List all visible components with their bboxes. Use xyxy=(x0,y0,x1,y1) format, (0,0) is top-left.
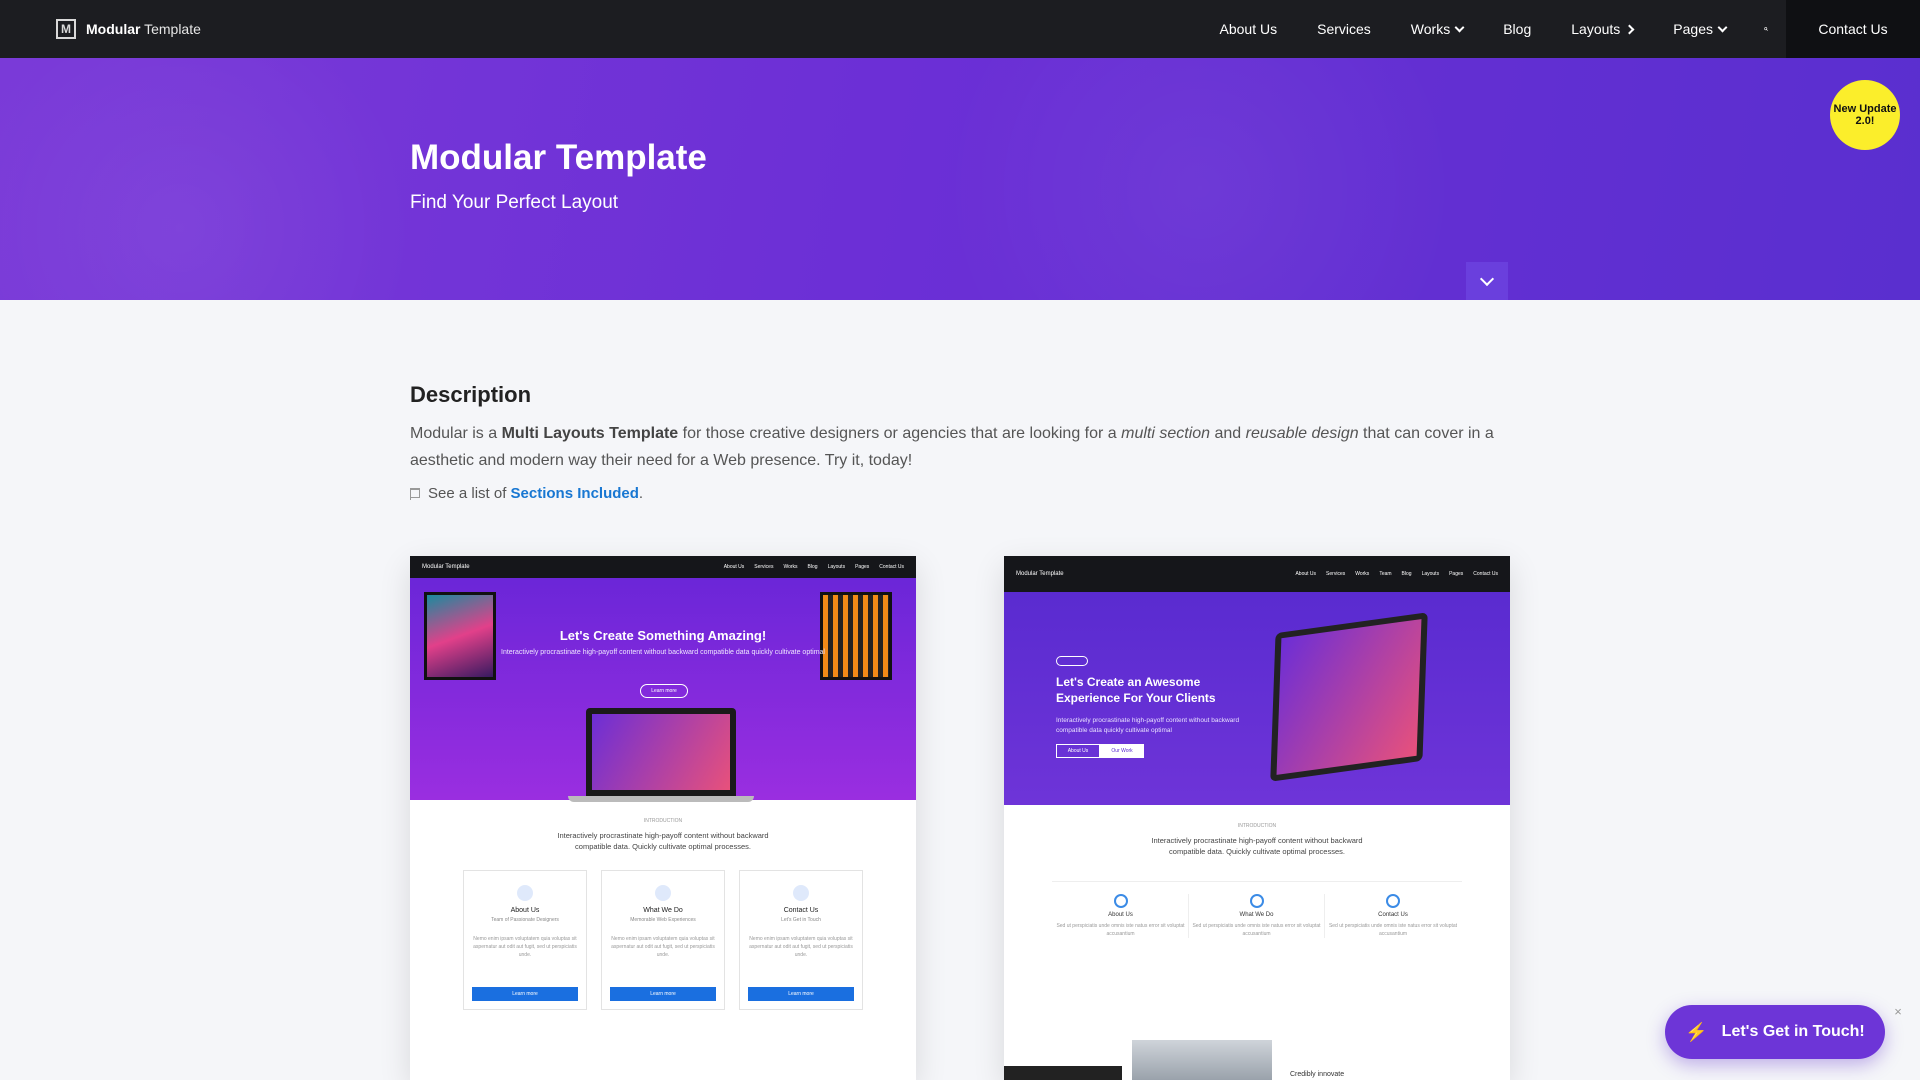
description-heading: Description xyxy=(410,382,532,407)
hero-banner: Modular Template Find Your Perfect Layou… xyxy=(0,58,1920,300)
box-icon xyxy=(793,885,809,901)
nav-item-pages[interactable]: Pages xyxy=(1653,0,1746,58)
contact-us-button[interactable]: Contact Us xyxy=(1786,0,1920,58)
search-icon xyxy=(1764,27,1768,31)
preview-feature-cards: About Us Team of Passionate Designers Nemo… xyxy=(410,870,916,1010)
main-menu: About Us Services Works Blog Layouts Pag… xyxy=(1200,0,1786,58)
page-subtitle: Find Your Perfect Layout xyxy=(410,192,619,213)
preview-hero: Let's Create an Awesome Experience For Y… xyxy=(1004,592,1510,805)
page-title: Modular Template xyxy=(410,138,707,177)
logo-icon: M xyxy=(56,19,76,39)
get-in-touch-button[interactable]: ⚡ Let's Get in Touch! xyxy=(1665,1005,1885,1059)
laptop-image xyxy=(586,708,736,800)
close-icon[interactable]: × xyxy=(1892,1005,1904,1018)
sections-link-row: See a list of Sections Included. xyxy=(410,485,643,502)
new-update-badge[interactable]: New Update 2.0! xyxy=(1830,80,1900,150)
nav-item-services[interactable]: Services xyxy=(1297,0,1391,58)
lightning-icon: ⚡ xyxy=(1685,1021,1708,1042)
preview-navbar: Modular Template About Us Services Works Te… xyxy=(1004,556,1510,592)
basket-icon xyxy=(655,885,671,901)
chevron-down-icon xyxy=(1454,22,1465,32)
preview-photo xyxy=(1004,1066,1122,1080)
brand-name: Modular Template xyxy=(86,21,201,37)
chevron-down-icon xyxy=(1479,271,1495,287)
top-navbar: M Modular Template About Us Services Wor… xyxy=(0,0,1920,58)
chevron-right-icon xyxy=(1624,24,1635,34)
preview-navbar: Modular Template About Us Services Works Bl… xyxy=(410,556,916,578)
cube-icon xyxy=(1249,894,1264,908)
globe-icon xyxy=(1113,894,1128,908)
brand[interactable]: M Modular Template xyxy=(56,19,201,39)
nav-item-blog[interactable]: Blog xyxy=(1483,0,1551,58)
shield-icon xyxy=(517,885,533,901)
sections-included-link[interactable]: Sections Included xyxy=(511,485,639,502)
preview-hero: Let's Create Something Amazing! Interact… xyxy=(410,578,916,802)
scroll-down-button[interactable] xyxy=(1466,262,1508,300)
nav-item-layouts[interactable]: Layouts xyxy=(1551,0,1653,58)
layout-preview-1[interactable]: Modular Template About Us Services Works Bl… xyxy=(410,556,916,1080)
preview-photo xyxy=(1132,1040,1272,1080)
nav-item-about[interactable]: About Us xyxy=(1200,0,1298,58)
search-button[interactable] xyxy=(1746,0,1786,58)
nav-item-works[interactable]: Works xyxy=(1391,0,1483,58)
description-text: Modular is a Multi Layouts Template for … xyxy=(410,425,1494,469)
laptop-image xyxy=(1270,612,1428,782)
preview-feature-row: About Us Sed ut perspiciatis unde omnis i… xyxy=(1052,881,1462,938)
compass-icon xyxy=(1386,894,1400,908)
flag-icon xyxy=(410,487,420,500)
layout-preview-2[interactable]: Modular Template About Us Services Works Te… xyxy=(1004,556,1510,1080)
chevron-down-icon xyxy=(1717,22,1728,32)
